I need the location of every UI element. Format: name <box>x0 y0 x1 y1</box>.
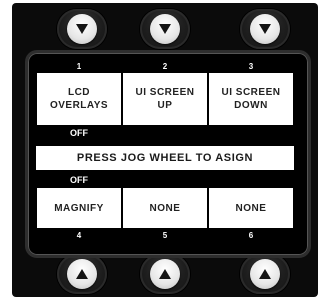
slot-6-number: 6 <box>248 231 254 240</box>
top-button-2[interactable] <box>140 9 190 49</box>
slot-6-button[interactable]: NONE <box>209 188 293 228</box>
slot-4-state: OFF <box>70 175 88 185</box>
assign-screen: 1 2 3 LCD OVERLAYS UI SCREEN UP UI SCREE… <box>35 60 295 242</box>
slot-1-state: OFF <box>70 128 88 138</box>
slot-1-label-line1: LCD <box>67 87 91 98</box>
bottom-button-2[interactable] <box>140 254 190 294</box>
slot-4-label: MAGNIFY <box>54 202 104 214</box>
slot-1-button[interactable]: LCD OVERLAYS <box>37 73 121 125</box>
slot-5-label: NONE <box>149 202 181 214</box>
slot-2-label-line2: UP <box>157 100 173 111</box>
chevron-up-icon <box>67 259 97 289</box>
chevron-up-icon <box>150 259 180 289</box>
slot-6-label: NONE <box>235 202 267 214</box>
slot-2-label-line1: UI SCREEN <box>135 87 195 98</box>
chevron-down-icon <box>67 14 97 44</box>
slot-4-button[interactable]: MAGNIFY <box>37 188 121 228</box>
chevron-up-icon <box>250 259 280 289</box>
slot-3-button[interactable]: UI SCREEN DOWN <box>209 73 293 125</box>
slot-3-label-line1: UI SCREEN <box>221 87 281 98</box>
chevron-down-icon <box>150 14 180 44</box>
top-button-3[interactable] <box>240 9 290 49</box>
chevron-down-icon <box>250 14 280 44</box>
slot-3-number: 3 <box>248 62 254 71</box>
slot-1-label-line2: OVERLAYS <box>49 100 109 111</box>
slot-4-number: 4 <box>76 231 82 240</box>
slot-1-number: 1 <box>76 62 82 71</box>
bottom-button-3[interactable] <box>240 254 290 294</box>
slot-5-button[interactable]: NONE <box>123 188 207 228</box>
slot-2-number: 2 <box>162 62 168 71</box>
slot-5-number: 5 <box>162 231 168 240</box>
bottom-button-1[interactable] <box>57 254 107 294</box>
top-button-1[interactable] <box>57 9 107 49</box>
slot-2-button[interactable]: UI SCREEN UP <box>123 73 207 125</box>
assign-instruction-banner: PRESS JOG WHEEL TO ASIGN <box>36 146 294 170</box>
slot-3-label-line2: DOWN <box>234 100 268 111</box>
